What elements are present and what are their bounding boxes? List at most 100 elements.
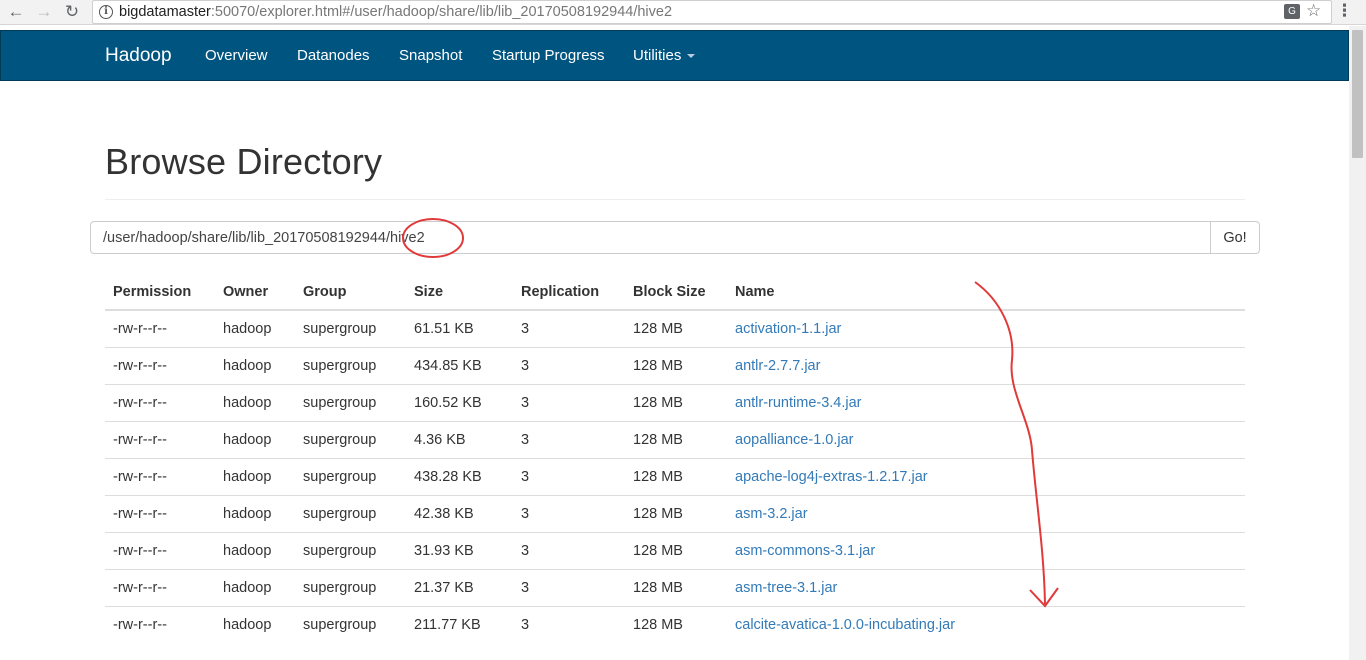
table-row: -rw-r--r-- hadoop supergroup 21.37 KB 3 128 M…: [105, 568, 1245, 606]
cell-block-size: 128 MB: [625, 531, 727, 569]
nav-datanodes[interactable]: Datanodes: [297, 47, 370, 64]
address-bar[interactable]: i bigdatamaster:50070/explorer.html#/use…: [92, 0, 1332, 24]
cell-block-size: 128 MB: [625, 494, 727, 532]
cell-replication: 3: [513, 309, 625, 347]
nav-utilities-label: Utilities: [633, 47, 682, 64]
cell-permission: -rw-r--r--: [105, 346, 215, 384]
nav-snapshot[interactable]: Snapshot: [399, 47, 462, 64]
cell-group: supergroup: [295, 346, 406, 384]
cell-size: 42.38 KB: [406, 494, 513, 532]
cell-permission: -rw-r--r--: [105, 605, 215, 643]
cell-group: supergroup: [295, 309, 406, 347]
header-size[interactable]: Size: [406, 274, 513, 311]
table-row: -rw-r--r-- hadoop supergroup 31.93 KB 3 128 M…: [105, 531, 1245, 569]
file-link[interactable]: activation-1.1.jar: [735, 321, 841, 337]
cell-replication: 3: [513, 457, 625, 495]
table-row: -rw-r--r-- hadoop supergroup 61.51 KB 3 128 M…: [105, 309, 1245, 347]
cell-replication: 3: [513, 420, 625, 458]
cell-group: supergroup: [295, 383, 406, 421]
cell-size: 160.52 KB: [406, 383, 513, 421]
header-name[interactable]: Name: [727, 274, 1245, 311]
browser-toolbar: ← → ↻ i bigdatamaster:50070/explorer.htm…: [0, 0, 1366, 25]
header-permission[interactable]: Permission: [105, 274, 215, 311]
cell-block-size: 128 MB: [625, 383, 727, 421]
arrow-right-icon[interactable]: →: [34, 2, 54, 22]
header-group[interactable]: Group: [295, 274, 406, 311]
file-link[interactable]: calcite-avatica-1.0.0-incubating.jar: [735, 617, 955, 633]
file-link[interactable]: asm-tree-3.1.jar: [735, 580, 837, 596]
directory-table: Permission Owner Group Size Replication …: [105, 274, 1245, 643]
cell-name: asm-tree-3.1.jar: [727, 568, 1245, 606]
cell-size: 4.36 KB: [406, 420, 513, 458]
cell-block-size: 128 MB: [625, 568, 727, 606]
table-header-row: Permission Owner Group Size Replication …: [105, 274, 1245, 311]
header-replication[interactable]: Replication: [513, 274, 625, 311]
cell-replication: 3: [513, 346, 625, 384]
nav-utilities[interactable]: Utilities: [633, 47, 696, 64]
nav-overview[interactable]: Overview: [205, 47, 268, 64]
cell-permission: -rw-r--r--: [105, 309, 215, 347]
arrow-left-icon[interactable]: ←: [6, 2, 26, 22]
scrollbar-thumb[interactable]: [1352, 30, 1363, 158]
cell-owner: hadoop: [215, 383, 295, 421]
cell-block-size: 128 MB: [625, 309, 727, 347]
page-title: Browse Directory: [105, 141, 383, 182]
cell-owner: hadoop: [215, 420, 295, 458]
cell-group: supergroup: [295, 457, 406, 495]
file-link[interactable]: asm-3.2.jar: [735, 506, 808, 522]
cell-block-size: 128 MB: [625, 346, 727, 384]
cell-owner: hadoop: [215, 568, 295, 606]
go-button[interactable]: Go!: [1210, 221, 1260, 254]
cell-name: antlr-2.7.7.jar: [727, 346, 1245, 384]
file-link[interactable]: apache-log4j-extras-1.2.17.jar: [735, 469, 928, 485]
cell-permission: -rw-r--r--: [105, 494, 215, 532]
cell-size: 434.85 KB: [406, 346, 513, 384]
cell-owner: hadoop: [215, 605, 295, 643]
cell-group: supergroup: [295, 531, 406, 569]
file-link[interactable]: asm-commons-3.1.jar: [735, 543, 875, 559]
cell-group: supergroup: [295, 605, 406, 643]
cell-size: 211.77 KB: [406, 605, 513, 643]
table-row: -rw-r--r-- hadoop supergroup 211.77 KB 3 128 …: [105, 605, 1245, 643]
file-link[interactable]: aopalliance-1.0.jar: [735, 432, 854, 448]
cell-owner: hadoop: [215, 531, 295, 569]
file-link[interactable]: antlr-2.7.7.jar: [735, 358, 820, 374]
directory-path-input[interactable]: [90, 221, 1211, 254]
cell-owner: hadoop: [215, 309, 295, 347]
brand-logo[interactable]: Hadoop: [105, 45, 172, 67]
cell-group: supergroup: [295, 420, 406, 458]
cell-replication: 3: [513, 568, 625, 606]
url-path: :50070/explorer.html#/user/hadoop/share/…: [210, 4, 673, 20]
cell-name: asm-3.2.jar: [727, 494, 1245, 532]
cell-permission: -rw-r--r--: [105, 420, 215, 458]
table-row: -rw-r--r-- hadoop supergroup 438.28 KB 3 128 …: [105, 457, 1245, 495]
cell-name: antlr-runtime-3.4.jar: [727, 383, 1245, 421]
cell-size: 438.28 KB: [406, 457, 513, 495]
info-icon[interactable]: i: [99, 5, 113, 19]
reload-icon[interactable]: ↻: [62, 2, 82, 22]
cell-permission: -rw-r--r--: [105, 568, 215, 606]
cell-name: apache-log4j-extras-1.2.17.jar: [727, 457, 1245, 495]
cell-name: calcite-avatica-1.0.0-incubating.jar: [727, 605, 1245, 643]
cell-name: aopalliance-1.0.jar: [727, 420, 1245, 458]
cell-owner: hadoop: [215, 457, 295, 495]
star-icon[interactable]: ☆: [1306, 1, 1321, 21]
nav-startup-progress[interactable]: Startup Progress: [492, 47, 605, 64]
header-owner[interactable]: Owner: [215, 274, 295, 311]
cell-size: 31.93 KB: [406, 531, 513, 569]
url-text[interactable]: bigdatamaster:50070/explorer.html#/user/…: [119, 4, 672, 20]
cell-permission: -rw-r--r--: [105, 383, 215, 421]
menu-icon[interactable]: ⋮: [1336, 1, 1353, 21]
translate-icon[interactable]: G: [1284, 4, 1300, 19]
cell-name: activation-1.1.jar: [727, 309, 1245, 347]
cell-group: supergroup: [295, 494, 406, 532]
cell-name: asm-commons-3.1.jar: [727, 531, 1245, 569]
cell-block-size: 128 MB: [625, 457, 727, 495]
cell-replication: 3: [513, 383, 625, 421]
header-block-size[interactable]: Block Size: [625, 274, 727, 311]
file-link[interactable]: antlr-runtime-3.4.jar: [735, 395, 862, 411]
table-row: -rw-r--r-- hadoop supergroup 4.36 KB 3 128 MB…: [105, 420, 1245, 458]
cell-replication: 3: [513, 531, 625, 569]
top-navbar: Hadoop Overview Datanodes Snapshot Start…: [0, 30, 1349, 81]
cell-permission: -rw-r--r--: [105, 457, 215, 495]
